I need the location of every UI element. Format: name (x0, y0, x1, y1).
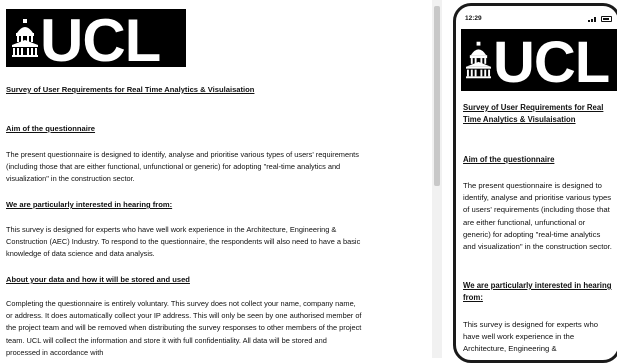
aim-body: The present questionnaire is designed to… (6, 150, 359, 184)
mobile-aim-body: The present questionnaire is designed to… (463, 181, 612, 252)
signal-icon (588, 17, 596, 22)
mobile-aim-heading: Aim of the questionnaire (463, 155, 555, 164)
portico-dome-icon (12, 19, 38, 57)
scrollbar-thumb[interactable] (434, 6, 440, 186)
status-time: 12:29 (465, 15, 482, 22)
mobile-interest-heading: We are particularly interested in hearin… (463, 281, 612, 303)
data-body: Completing the questionnaire is entirely… (6, 299, 362, 357)
mobile-ucl-logo: UCL (461, 29, 617, 91)
ucl-logo: UCL (6, 9, 186, 67)
battery-icon (601, 16, 612, 22)
mobile-logo-text: UCL (493, 30, 610, 92)
status-bar: 12:29 (456, 6, 617, 28)
interest-heading: We are particularly interested in hearin… (6, 200, 173, 209)
data-heading: About your data and how it will be store… (6, 275, 190, 284)
interest-body: This survey is designed for experts who … (6, 225, 361, 259)
mobile-preview: 12:29 UCL Survey of User Requirements fo… (453, 3, 617, 363)
survey-title: Survey of User Requirements for Real Tim… (6, 85, 255, 94)
desktop-preview: UCL Survey of User Requirements for Real… (0, 0, 432, 358)
mobile-interest-body: This survey is designed for experts who … (463, 320, 599, 354)
portico-dome-icon (466, 41, 491, 79)
logo-text: UCL (40, 9, 161, 68)
aim-heading: Aim of the questionnaire (6, 124, 96, 133)
mobile-survey-title: Survey of User Requirements for Real Tim… (463, 103, 604, 125)
